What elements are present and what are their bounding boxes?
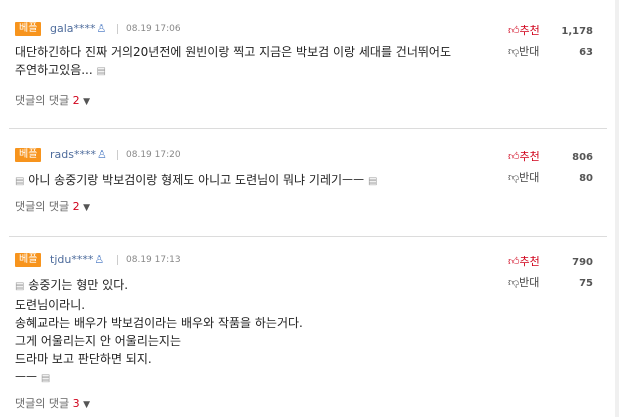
comment-item: 베플 rads****♙ 08.19 17:20 ▤ 아니 송중기랑 박보검이랑… (9, 140, 607, 230)
best-comment-badge: 베플 (15, 148, 42, 162)
separator (117, 255, 118, 265)
user-id[interactable]: rads****♙ (50, 148, 107, 162)
thumbs-up-icon: 👍︎ (508, 24, 520, 37)
best-comment-badge: 베플 (15, 22, 42, 36)
divider (9, 236, 607, 237)
comment-line: 아니 송중기랑 박보검이랑 형제도 아니고 도련님이 뭐냐 기레기ㅡㅡ (28, 173, 365, 187)
person-icon: ♙ (94, 253, 105, 266)
downvote-button[interactable]: 👎︎반대 (508, 45, 539, 59)
upvote-button[interactable]: 👍︎추천 (508, 24, 540, 38)
reply-toggle-label: 댓글의 댓글 (15, 200, 70, 213)
thumbs-up-icon: 👍︎ (508, 255, 520, 268)
scrollbar-track[interactable] (615, 0, 619, 417)
separator (117, 150, 118, 160)
upvote-button[interactable]: 👍︎추천 (508, 150, 540, 164)
chevron-down-icon: ▼ (83, 203, 91, 213)
image-attach-icon: ▤ (15, 281, 25, 292)
thumbs-down-icon: 👎︎ (508, 276, 520, 289)
upvote-button[interactable]: 👍︎추천 (508, 255, 540, 269)
upvote-count: 806 (572, 152, 593, 163)
person-icon: ♙ (96, 148, 107, 161)
comment-line: 주연하고있음... (15, 63, 93, 77)
comment-body: ▤ 송중기는 형만 있다. 도련님이라니. 송혜교라는 배우가 박보검이라는 배… (15, 276, 303, 388)
thumbs-down-icon: 👎︎ (508, 45, 520, 58)
comment-line: 도련님이라니. (15, 298, 86, 312)
image-attach-icon: ▤ (96, 66, 106, 77)
best-comment-badge: 베플 (15, 253, 42, 267)
comment-line: 드라마 보고 판단하면 되지. (15, 352, 152, 366)
image-attach-icon: ▤ (15, 176, 25, 187)
divider (9, 128, 607, 129)
comment-line-with-icon: ㅡㅡ ▤ (15, 368, 303, 388)
reply-toggle[interactable]: 댓글의 댓글 2 ▼ (15, 200, 90, 215)
upvote-count: 790 (572, 257, 593, 268)
downvote-count: 63 (579, 47, 593, 58)
downvote-button[interactable]: 👎︎반대 (508, 171, 539, 185)
image-attach-icon: ▤ (40, 373, 51, 384)
thumbs-down-icon: 👎︎ (508, 171, 520, 184)
user-id-text: tjdu**** (50, 253, 94, 266)
chevron-down-icon: ▼ (83, 97, 91, 107)
downvote-count: 75 (579, 278, 593, 289)
upvote-count: 1,178 (561, 26, 593, 37)
comment-line: 송중기는 형만 있다. (28, 278, 129, 292)
comment-line-with-icon: ▤ 송중기는 형만 있다. (15, 276, 303, 296)
downvote-count: 80 (579, 173, 593, 184)
reply-toggle-label: 댓글의 댓글 (15, 397, 70, 410)
image-attach-icon: ▤ (367, 176, 378, 187)
person-icon: ♙ (96, 22, 107, 35)
comment-line: 그게 어울리는지 안 어울리는지는 (15, 334, 182, 348)
user-id[interactable]: gala****♙ (50, 22, 106, 36)
reply-count: 2 (72, 94, 80, 107)
thumbs-up-icon: 👍︎ (508, 150, 520, 163)
downvote-label: 반대 (519, 276, 540, 289)
reply-toggle-label: 댓글의 댓글 (15, 94, 70, 107)
user-id-text: gala**** (50, 22, 96, 35)
comment-line: 송혜교라는 배우가 박보검이라는 배우와 작품을 하는거다. (15, 316, 303, 330)
comment-item: 베플 gala****♙ 08.19 17:06 대단하긴하다 진짜 거의20년… (9, 14, 607, 122)
comment-line: ㅡㅡ (15, 370, 38, 384)
comment-line-with-icon: 주연하고있음... ▤ (15, 61, 451, 81)
timestamp: 08.19 17:20 (126, 150, 181, 160)
reply-toggle[interactable]: 댓글의 댓글 2 ▼ (15, 94, 90, 109)
downvote-button[interactable]: 👎︎반대 (508, 276, 539, 290)
user-id[interactable]: tjdu****♙ (50, 253, 104, 267)
downvote-label: 반대 (519, 171, 540, 184)
upvote-label: 추천 (519, 255, 540, 268)
separator (117, 24, 118, 34)
downvote-label: 반대 (519, 45, 540, 58)
reply-count: 3 (72, 397, 80, 410)
comment-line: 대단하긴하다 진짜 거의20년전에 원빈이랑 찍고 지금은 박보검 이랑 세대를… (15, 45, 452, 59)
comment-body: 대단하긴하다 진짜 거의20년전에 원빈이랑 찍고 지금은 박보검 이랑 세대를… (15, 43, 451, 81)
reply-toggle[interactable]: 댓글의 댓글 3 ▼ (15, 397, 90, 412)
comment-item: 베플 tjdu****♙ 08.19 17:13 ▤ 송중기는 형만 있다. 도… (9, 245, 607, 415)
comment-line-with-icon: ▤ 아니 송중기랑 박보검이랑 형제도 아니고 도련님이 뭐냐 기레기ㅡㅡ ▤ (15, 171, 377, 191)
chevron-down-icon: ▼ (83, 400, 91, 410)
upvote-label: 추천 (519, 150, 540, 163)
reply-count: 2 (72, 200, 80, 213)
user-id-text: rads**** (50, 148, 96, 161)
upvote-label: 추천 (519, 24, 540, 37)
timestamp: 08.19 17:06 (126, 24, 181, 34)
timestamp: 08.19 17:13 (126, 255, 181, 265)
comment-body: ▤ 아니 송중기랑 박보검이랑 형제도 아니고 도련님이 뭐냐 기레기ㅡㅡ ▤ (15, 171, 377, 191)
